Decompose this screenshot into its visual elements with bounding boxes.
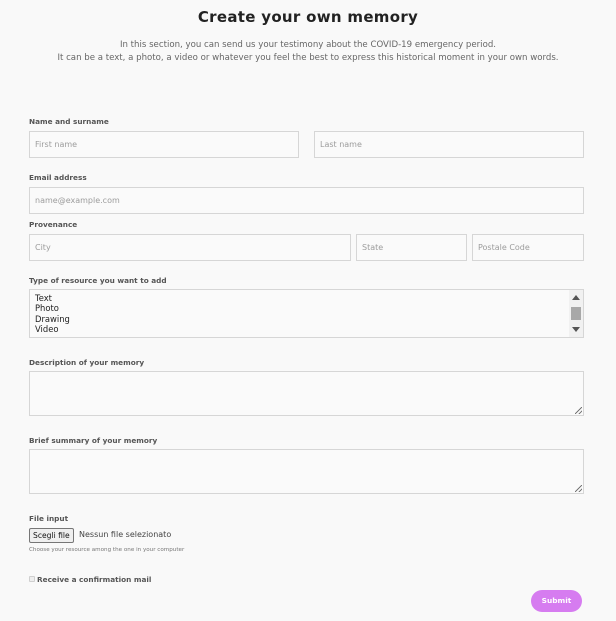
memory-form-page: Create your own memory In this section, … (0, 0, 616, 621)
option-video[interactable]: Video (30, 324, 583, 334)
file-help-text: Choose your resource among the one in yo… (29, 547, 185, 553)
file-input-label: File input (29, 514, 69, 523)
option-photo[interactable]: Photo (30, 303, 583, 313)
last-name-input[interactable]: Last name (314, 131, 584, 158)
provenance-label: Provenance (29, 220, 78, 229)
summary-textarea[interactable] (29, 449, 584, 494)
email-label: Email address (29, 173, 87, 182)
resource-type-label: Type of resource you want to add (29, 276, 167, 285)
resize-grip-icon[interactable] (575, 485, 582, 492)
file-status-text: Nessun file selezionato (79, 530, 172, 539)
scroll-thumb[interactable] (571, 307, 581, 320)
scroll-down-arrow-icon[interactable] (572, 327, 580, 332)
confirmation-checkbox[interactable] (29, 576, 35, 582)
option-text[interactable]: Text (30, 293, 583, 303)
confirmation-label[interactable]: Receive a confirmation mail (37, 575, 151, 584)
description-label: Description of your memory (29, 358, 145, 367)
resource-options: Text Photo Drawing Video (30, 290, 583, 335)
resize-grip-icon[interactable] (575, 407, 582, 414)
city-input[interactable]: City (29, 234, 351, 261)
option-drawing[interactable]: Drawing (30, 314, 583, 324)
email-input[interactable]: name@example.com (29, 187, 584, 214)
postal-code-input[interactable]: Postale Code (472, 234, 584, 261)
page-title: Create your own memory (197, 8, 419, 26)
intro-text: In this section, you can send us your te… (0, 39, 616, 65)
name-label: Name and surname (29, 117, 109, 126)
intro-line-2: It can be a text, a photo, a video or wh… (57, 53, 559, 63)
select-scrollbar[interactable] (569, 290, 583, 337)
scroll-up-arrow-icon[interactable] (572, 295, 580, 300)
summary-label: Brief summary of your memory (29, 436, 158, 445)
resource-type-select[interactable]: Text Photo Drawing Video (29, 289, 584, 338)
first-name-input[interactable]: First name (29, 131, 299, 158)
submit-button[interactable]: Submit (531, 590, 582, 612)
choose-file-button[interactable]: Scegli file (29, 528, 74, 543)
intro-line-1: In this section, you can send us your te… (119, 40, 497, 50)
description-textarea[interactable] (29, 371, 584, 416)
state-input[interactable]: State (356, 234, 467, 261)
